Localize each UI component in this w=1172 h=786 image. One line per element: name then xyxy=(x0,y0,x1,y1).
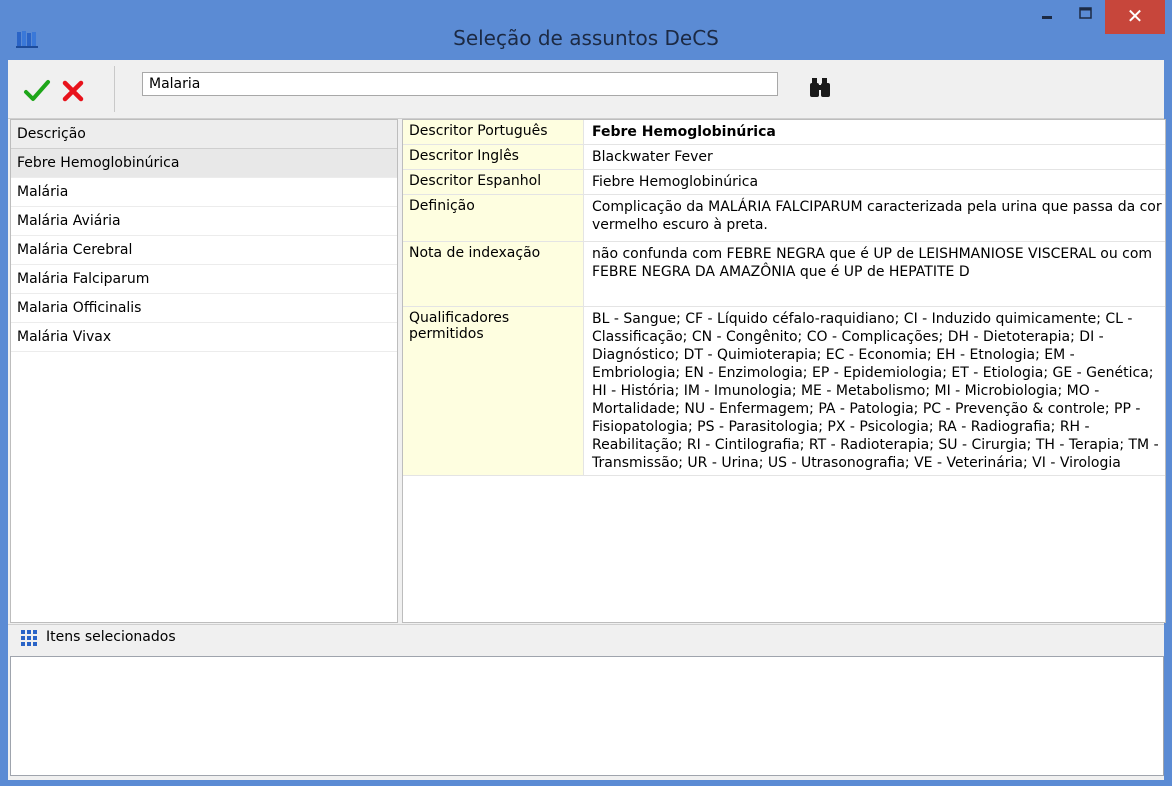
maximize-button[interactable] xyxy=(1068,2,1104,32)
dialog-body: Descrição Febre Hemoglobinúrica Malária … xyxy=(8,60,1166,780)
list-item[interactable]: Malaria Officinalis xyxy=(11,294,397,323)
list-item[interactable]: Febre Hemoglobinúrica xyxy=(11,149,397,178)
detail-value: não confunda com FEBRE NEGRA que é UP de… xyxy=(583,241,1165,307)
search-input[interactable] xyxy=(142,72,778,96)
minimize-button[interactable] xyxy=(1030,2,1066,32)
table-row: Descritor Português Febre Hemoglobinúric… xyxy=(403,120,1165,145)
table-row: Nota de indexação não confunda com FEBRE… xyxy=(403,241,1165,307)
descriptor-list[interactable]: Descrição Febre Hemoglobinúrica Malária … xyxy=(10,119,398,623)
table-row: Descritor Espanhol Fiebre Hemoglobinúric… xyxy=(403,169,1165,195)
table-row: Descritor Inglês Blackwater Fever xyxy=(403,144,1165,170)
grid-icon xyxy=(21,630,37,646)
detail-key: Qualificadores permitidos xyxy=(403,306,584,476)
detail-key: Descritor Português xyxy=(403,120,584,145)
detail-key: Descritor Inglês xyxy=(403,144,584,170)
toolbar-separator xyxy=(114,66,115,112)
cancel-button[interactable] xyxy=(58,76,88,106)
x-mark-icon xyxy=(62,80,84,102)
list-item[interactable]: Malária Cerebral xyxy=(11,236,397,265)
table-row: Qualificadores permitidos BL - Sangue; C… xyxy=(403,306,1165,476)
column-header-descricao[interactable]: Descrição xyxy=(11,120,397,149)
details-table: Descritor Português Febre Hemoglobinúric… xyxy=(403,120,1165,476)
descriptor-details: Descritor Português Febre Hemoglobinúric… xyxy=(402,119,1166,623)
table-row: Definição Complicação da MALÁRIA FALCIPA… xyxy=(403,194,1165,242)
maximize-icon xyxy=(1079,7,1092,19)
confirm-button[interactable] xyxy=(22,76,52,106)
list-item[interactable]: Malária Aviária xyxy=(11,207,397,236)
list-item[interactable]: Malária xyxy=(11,178,397,207)
detail-value: Fiebre Hemoglobinúrica xyxy=(583,169,1165,195)
selected-items-header: Itens selecionados xyxy=(8,624,1164,653)
detail-value: Febre Hemoglobinúrica xyxy=(583,120,1165,145)
detail-key: Nota de indexação xyxy=(403,241,584,307)
minimize-icon xyxy=(1042,16,1052,19)
toolbar xyxy=(8,60,1164,119)
close-icon: ✕ xyxy=(1126,4,1144,28)
detail-key: Definição xyxy=(403,194,584,242)
binoculars-icon xyxy=(810,78,830,97)
detail-value: Blackwater Fever xyxy=(583,144,1165,170)
selected-items-title: Itens selecionados xyxy=(46,629,176,645)
selected-items-list[interactable] xyxy=(10,656,1164,776)
list-item[interactable]: Malária Falciparum xyxy=(11,265,397,294)
list-item[interactable]: Malária Vivax xyxy=(11,323,397,352)
dialog-window: Seleção de assuntos DeCS ✕ Malaria Descr… xyxy=(0,0,1172,786)
find-button[interactable] xyxy=(808,76,834,100)
detail-value: Complicação da MALÁRIA FALCIPARUM caract… xyxy=(583,194,1165,242)
detail-value: BL - Sangue; CF - Líquido céfalo-raquidi… xyxy=(583,306,1165,476)
window-title: Seleção de assuntos DeCS xyxy=(453,26,719,50)
close-button[interactable]: ✕ xyxy=(1105,0,1165,34)
checkmark-icon xyxy=(24,80,50,101)
detail-key: Descritor Espanhol xyxy=(403,169,584,195)
title-bar[interactable]: Seleção de assuntos DeCS ✕ xyxy=(0,0,1172,60)
